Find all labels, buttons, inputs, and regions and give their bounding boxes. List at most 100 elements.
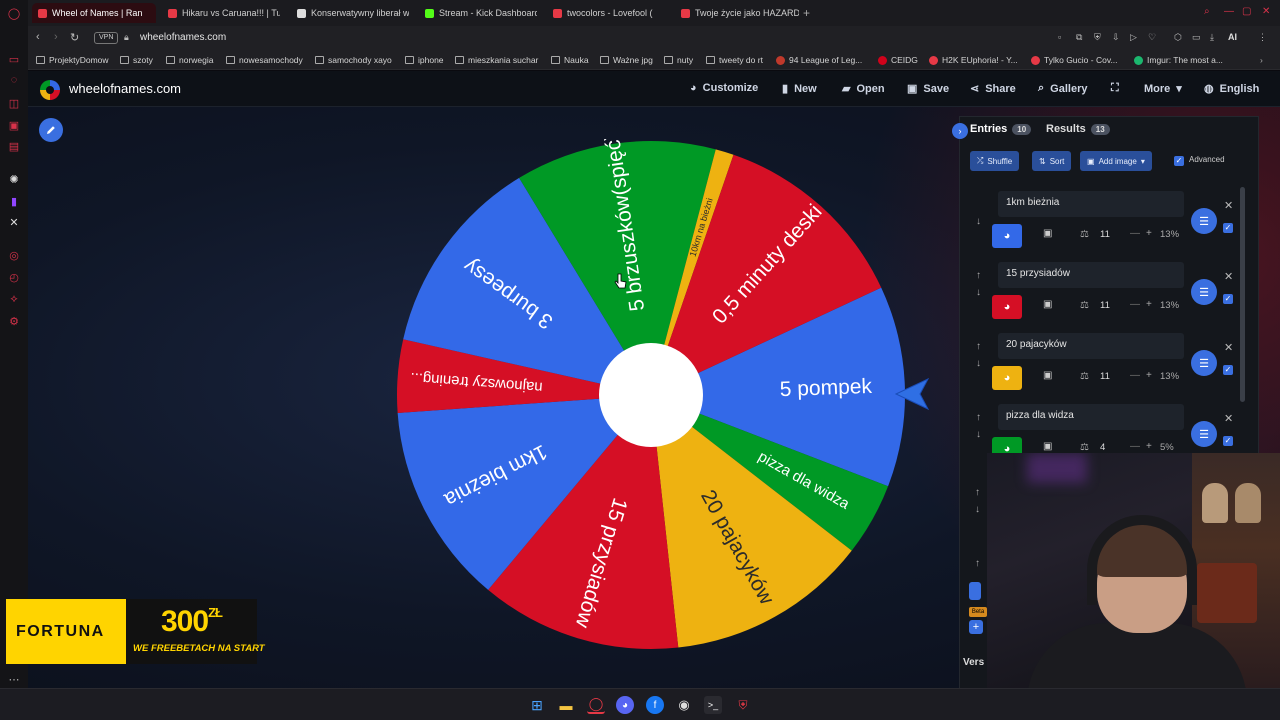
bookmark-folder[interactable]: Ważne jpg	[600, 55, 653, 65]
forward-icon[interactable]: ›	[54, 31, 58, 43]
bookmark-site[interactable]: Tylko Gucio - Cov...	[1031, 55, 1118, 65]
delete-entry-icon[interactable]: ✕	[1224, 341, 1233, 354]
site-name[interactable]: wheelofnames.com	[69, 81, 181, 96]
back-icon[interactable]: ‹	[36, 31, 40, 43]
bookmark-folder[interactable]: szoty	[120, 55, 153, 65]
file-explorer-icon[interactable]: ▬	[557, 696, 575, 714]
sidebar-share-icon[interactable]: ⟡	[7, 292, 21, 306]
maximize-icon[interactable]: ▢	[1242, 6, 1251, 17]
bookmark-folder[interactable]: ProjektyDomow	[36, 55, 109, 65]
bookmark-site[interactable]: H2K EUphoria! - Y...	[929, 55, 1018, 65]
move-down-icon[interactable]: ↓	[976, 358, 981, 369]
more-button[interactable]: More ▾	[1144, 82, 1182, 96]
entry-name-field[interactable]: 20 pajacyków	[998, 333, 1184, 359]
bookmark-site[interactable]: CEIDG	[878, 55, 918, 65]
sidebar-settings-icon[interactable]: ⚙	[7, 314, 21, 328]
move-up-icon[interactable]: ↑	[975, 487, 980, 498]
extensions-icon[interactable]: ⬡	[1174, 32, 1182, 43]
discord-icon[interactable]: ◕	[616, 696, 634, 714]
sidebar-bag-icon[interactable]: ◫	[7, 96, 21, 110]
decrease-weight-button[interactable]: —	[1130, 228, 1140, 239]
download-page-icon[interactable]: ⇩	[1112, 32, 1120, 43]
bookmarks-overflow-icon[interactable]: ›	[1260, 55, 1263, 65]
advanced-checkbox[interactable]: ✓	[1174, 156, 1184, 166]
increase-weight-button[interactable]: +	[1146, 370, 1152, 381]
move-down-icon[interactable]: ↓	[975, 504, 980, 515]
tab-hazard[interactable]: Twoje życie jako HAZARD	[675, 3, 799, 23]
new-button[interactable]: ▮ New	[782, 82, 817, 96]
new-tab-plus-icon[interactable]: +	[800, 3, 818, 23]
tab-kick-dashboard[interactable]: Stream - Kick Dashboard	[419, 3, 537, 23]
move-up-icon[interactable]: ↑	[976, 341, 981, 352]
collapse-panel-button[interactable]: ›	[952, 123, 968, 139]
lock-icon[interactable]: 🔒︎	[124, 32, 129, 43]
sort-button[interactable]: ⇅ Sort	[1032, 151, 1072, 171]
opera-taskbar-icon[interactable]: ◯	[587, 696, 605, 714]
wheel-svg[interactable]: 5 pompekpizza dla widza20 pajacyków15 pr…	[395, 139, 907, 651]
entry-name-field[interactable]: 1km bieżnia	[998, 191, 1184, 217]
tab-twocolors[interactable]: twocolors - Lovefool (	[547, 3, 665, 23]
customize-button[interactable]: ◕ Customize	[690, 82, 758, 94]
shield-icon[interactable]: ⛨	[1094, 32, 1101, 43]
image-icon[interactable]: ▣	[1043, 228, 1052, 239]
facebook-icon[interactable]: f	[646, 696, 664, 714]
site-logo-icon[interactable]	[40, 80, 60, 100]
vpn-badge[interactable]: VPN	[94, 32, 119, 44]
language-button[interactable]: ◍ English	[1204, 82, 1259, 96]
bookmark-site[interactable]: Imgur: The most a...	[1134, 55, 1223, 65]
open-button[interactable]: ▰ Open	[842, 82, 885, 96]
sidebar-more-icon[interactable]: ⋯	[7, 672, 21, 686]
entry-name-field[interactable]: pizza dla widza	[998, 404, 1184, 430]
bookmark-folder[interactable]: iphone	[405, 55, 444, 65]
url-field[interactable]: wheelofnames.com	[140, 32, 226, 43]
camera-icon[interactable]: ▫	[1058, 32, 1061, 42]
sidebar-x-icon[interactable]: ✕	[7, 215, 21, 229]
entry-settings-button[interactable]: ☰	[1191, 208, 1217, 234]
edit-pencil-button[interactable]	[39, 118, 63, 142]
move-up-icon[interactable]: ↑	[976, 412, 981, 423]
tab-entries[interactable]: Entries 10	[970, 123, 1032, 135]
shuffle-button[interactable]: ⤮ Shuffle	[970, 151, 1020, 171]
entry-settings-button[interactable]: ☰	[1191, 421, 1217, 447]
move-down-icon[interactable]: ↓	[976, 216, 981, 227]
entry-weight[interactable]: 11	[1100, 300, 1110, 311]
entry-enabled-checkbox[interactable]: ✓	[1223, 223, 1233, 233]
bookmark-folder[interactable]: tweety do rt	[706, 55, 763, 65]
entry-weight[interactable]: 4	[1100, 442, 1105, 453]
search-tabs-icon[interactable]: ⌕	[1204, 6, 1210, 17]
bookmark-folder[interactable]: nuty	[664, 55, 693, 65]
decrease-weight-button[interactable]: —	[1130, 299, 1140, 310]
bookmark-folder[interactable]: mieszkania suchar	[455, 55, 538, 65]
wallet-icon[interactable]: ▭	[1192, 32, 1201, 43]
delete-entry-icon[interactable]: ✕	[1224, 412, 1233, 425]
entry-weight[interactable]: 11	[1100, 371, 1110, 382]
bookmark-folder[interactable]: norwegia	[166, 55, 214, 65]
sidebar-history-icon[interactable]: ◌	[7, 73, 21, 87]
entries-scrollbar[interactable]	[1240, 187, 1245, 402]
entry-color-button[interactable]: ◕	[992, 366, 1022, 390]
bookmark-folder[interactable]: nowesamochody	[226, 55, 303, 65]
wheel-center-hub[interactable]	[599, 343, 703, 447]
tab-hikaru[interactable]: Hikaru vs Caruana!!! | Tur	[162, 3, 280, 23]
entry-color-button[interactable]: ◕	[992, 224, 1022, 248]
sidebar-wallet-icon[interactable]: ▭	[7, 52, 21, 66]
settings-button-partial[interactable]	[969, 582, 981, 600]
sidebar-chatgpt-icon[interactable]: ✺	[7, 172, 21, 186]
image-icon[interactable]: ▣	[1043, 299, 1052, 310]
entry-enabled-checkbox[interactable]: ✓	[1223, 436, 1233, 446]
sidebar-whatsapp-icon[interactable]: ▣	[7, 118, 21, 132]
reload-icon[interactable]: ↻	[70, 31, 79, 44]
downloads-icon[interactable]: ⤓	[1210, 32, 1214, 43]
image-icon[interactable]: ▣	[1043, 441, 1052, 452]
windows-start-icon[interactable]: ⊞	[528, 696, 546, 714]
close-window-icon[interactable]: ✕	[1262, 6, 1270, 17]
increase-weight-button[interactable]: +	[1146, 228, 1152, 239]
increase-weight-button[interactable]: +	[1146, 441, 1152, 452]
bookmark-site[interactable]: 94 League of Leg...	[776, 55, 862, 65]
save-button[interactable]: ▣ Save	[907, 82, 949, 96]
delete-entry-icon[interactable]: ✕	[1224, 270, 1233, 283]
entry-name-field[interactable]: 15 przysiadów	[998, 262, 1184, 288]
move-down-icon[interactable]: ↓	[976, 287, 981, 298]
share-button[interactable]: ⋖ Share	[970, 82, 1016, 96]
entry-color-button[interactable]: ◕	[992, 295, 1022, 319]
